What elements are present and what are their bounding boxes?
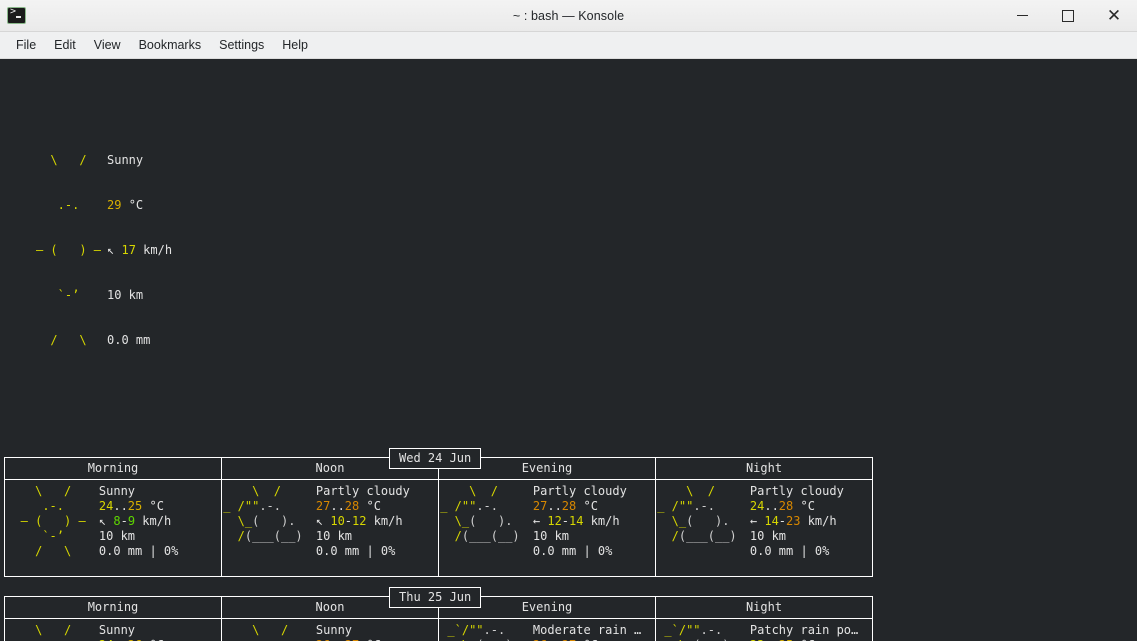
forecast-cell-container: _`/"".-. Patchy rain po… ,\_( ). 23..25 …: [656, 619, 873, 641]
weather-info-line: 10 km: [99, 529, 221, 544]
weather-art-line: /(___(__): [439, 529, 533, 544]
forecast-column-header: Night: [656, 458, 873, 480]
weather-art-line: \_( ).: [656, 514, 750, 529]
current-wind: 17: [121, 243, 135, 257]
weather-art-line: \ /: [5, 484, 99, 499]
weather-art-line: _ /"".-.: [439, 499, 533, 514]
weather-info-line: ← 14-23 km/h: [750, 514, 872, 529]
forecast-cell-container: \ / Sunny .-. 24..26 °C― ( ) ― ← 13-15 k…: [5, 619, 222, 641]
weather-info-line: Partly cloudy: [316, 484, 438, 499]
menu-help[interactable]: Help: [274, 35, 316, 55]
title-bar: ~ : bash — Konsole ✕: [0, 0, 1137, 32]
forecast-column-header: Morning: [5, 458, 222, 480]
terminal-output[interactable]: \ / Sunny .-. 29 °C ― ( ) ― ↖ 17 km/h `-…: [0, 59, 1137, 641]
weather-info-line: ↖ 8-9 km/h: [99, 514, 221, 529]
forecast-cell-container: _`/"".-. Moderate rain … ,\_( ). 26..27 …: [439, 619, 656, 641]
menu-edit[interactable]: Edit: [46, 35, 84, 55]
weather-info-line: 24..28 °C: [750, 499, 872, 514]
weather-info-line: 27..28 °C: [316, 499, 438, 514]
weather-info-line: 0.0 mm | 0%: [99, 544, 221, 559]
weather-info-line: 10 km: [750, 529, 872, 544]
weather-info-line: Patchy rain po…: [750, 623, 872, 638]
weather-info-line: 0.0 mm | 0%: [316, 544, 438, 559]
weather-art-line: `-’: [5, 529, 99, 544]
current-wind-unit: km/h: [143, 243, 172, 257]
weather-info-line: Sunny: [99, 484, 221, 499]
forecast-cell: \ / Partly cloudy_ /"".-. 27..28 °C \_( …: [439, 480, 655, 576]
menu-view[interactable]: View: [86, 35, 129, 55]
forecast-days: Wed 24 JunMorningNoonEveningNight \ / Su…: [0, 457, 1137, 641]
current-precip: 0.0 mm: [107, 333, 150, 347]
close-button[interactable]: ✕: [1091, 0, 1137, 31]
window-title: ~ : bash — Konsole: [0, 9, 1137, 23]
weather-info-line: 0.0 mm | 0%: [533, 544, 655, 559]
weather-art-line: \ /: [222, 484, 316, 499]
weather-art-line: / \: [5, 544, 99, 559]
forecast-day-block: Thu 25 JunMorningNoonEveningNight \ / Su…: [0, 596, 1137, 641]
forecast-day-label: Thu 25 Jun: [389, 587, 481, 608]
forecast-column-header: Morning: [5, 597, 222, 619]
weather-art-line: \ /: [656, 484, 750, 499]
menu-bar: File Edit View Bookmarks Settings Help: [0, 32, 1137, 59]
forecast-table: MorningNoonEveningNight \ / Sunny .-. 24…: [4, 457, 873, 577]
forecast-cell-container: \ / Sunny .-. 26..27 °C― ( ) ― ← 18-21 k…: [222, 619, 439, 641]
maximize-button[interactable]: [1045, 0, 1091, 31]
forecast-cell: \ / Sunny .-. 24..26 °C― ( ) ― ← 13-15 k…: [5, 619, 221, 641]
weather-art-line: \_( ).: [439, 514, 533, 529]
weather-art-line: \_( ).: [222, 514, 316, 529]
weather-art-line: [439, 544, 533, 559]
forecast-cell: \ / Sunny .-. 26..27 °C― ( ) ― ← 18-21 k…: [222, 619, 438, 641]
weather-info-line: Partly cloudy: [750, 484, 872, 499]
forecast-cell-container: \ / Partly cloudy_ /"".-. 27..28 °C \_( …: [222, 480, 439, 577]
forecast-day-label: Wed 24 Jun: [389, 448, 481, 469]
weather-info-line: 24..25 °C: [99, 499, 221, 514]
forecast-cell: \ / Partly cloudy_ /"".-. 27..28 °C \_( …: [222, 480, 438, 576]
weather-art-line: .-.: [5, 499, 99, 514]
menu-file[interactable]: File: [8, 35, 44, 55]
weather-art-line: _ /"".-.: [222, 499, 316, 514]
current-weather-art: \ /: [6, 153, 107, 168]
weather-info-line: 10 km: [316, 529, 438, 544]
minimize-button[interactable]: [999, 0, 1045, 31]
forecast-column-header: Night: [656, 597, 873, 619]
menu-settings[interactable]: Settings: [211, 35, 272, 55]
forecast-cell-container: \ / Partly cloudy_ /"".-. 27..28 °C \_( …: [439, 480, 656, 577]
forecast-cell: \ / Partly cloudy_ /"".-. 24..28 °C \_( …: [656, 480, 872, 576]
weather-art-line: _`/"".-.: [439, 623, 533, 638]
weather-art-line: \ /: [5, 623, 99, 638]
weather-info-line: Moderate rain …: [533, 623, 655, 638]
weather-art-line: _`/"".-.: [656, 623, 750, 638]
weather-info-line: 27..28 °C: [533, 499, 655, 514]
weather-info-line: Sunny: [316, 623, 438, 638]
weather-info-line: ← 12-14 km/h: [533, 514, 655, 529]
weather-info-line: Sunny: [99, 623, 221, 638]
forecast-cell: _`/"".-. Moderate rain … ,\_( ). 26..27 …: [439, 619, 655, 641]
weather-art-line: [222, 544, 316, 559]
menu-bookmarks[interactable]: Bookmarks: [131, 35, 210, 55]
weather-info-line: 0.0 mm | 0%: [750, 544, 872, 559]
weather-art-line: [656, 544, 750, 559]
weather-info-line: 10 km: [533, 529, 655, 544]
forecast-cell-container: \ / Partly cloudy_ /"".-. 24..28 °C \_( …: [656, 480, 873, 577]
weather-art-line: \ /: [222, 623, 316, 638]
current-temp-unit: °C: [129, 198, 143, 212]
weather-art-line: /(___(__): [656, 529, 750, 544]
current-temp: 29: [107, 198, 121, 212]
weather-info-line: ↖ 10-12 km/h: [316, 514, 438, 529]
current-condition: Sunny: [107, 153, 143, 167]
weather-art-line: ― ( ) ―: [5, 514, 99, 529]
weather-info-line: Partly cloudy: [533, 484, 655, 499]
current-weather: \ / Sunny .-. 29 °C ― ( ) ― ↖ 17 km/h `-…: [0, 123, 1137, 378]
forecast-cell: _`/"".-. Patchy rain po… ,\_( ). 23..25 …: [656, 619, 872, 641]
current-visibility: 10 km: [107, 288, 143, 302]
forecast-cell-container: \ / Sunny .-. 24..25 °C― ( ) ― ↖ 8-9 km/…: [5, 480, 222, 577]
forecast-day-block: Wed 24 JunMorningNoonEveningNight \ / Su…: [0, 457, 1137, 577]
weather-art-line: \ /: [439, 484, 533, 499]
weather-art-line: _ /"".-.: [656, 499, 750, 514]
window-controls: ✕: [999, 0, 1137, 31]
weather-art-line: /(___(__): [222, 529, 316, 544]
forecast-cell: \ / Sunny .-. 24..25 °C― ( ) ― ↖ 8-9 km/…: [5, 480, 221, 576]
